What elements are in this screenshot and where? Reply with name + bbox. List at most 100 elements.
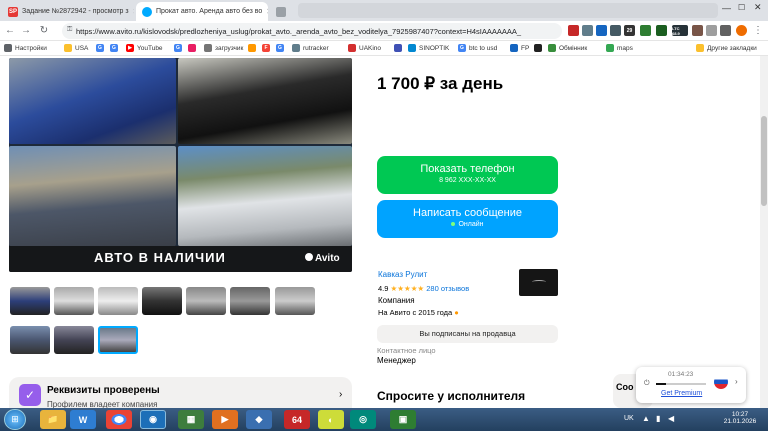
extension-icon[interactable]	[656, 25, 667, 36]
contact-label: Контактное лицо	[377, 346, 436, 355]
bookmark-icon	[188, 44, 196, 52]
scrollbar[interactable]	[760, 56, 768, 408]
tab-task[interactable]: SP Задание №2872942 - просмотр з ✕	[2, 2, 134, 21]
bookmark-ext[interactable]	[188, 44, 196, 52]
close-window-icon[interactable]: ✕	[754, 2, 762, 13]
seller-logo[interactable]	[519, 269, 558, 296]
bookmark-f[interactable]: F	[262, 44, 270, 52]
back-icon[interactable]: ←	[4, 25, 16, 37]
volume-icon[interactable]: ◀	[668, 414, 674, 423]
split-icon[interactable]	[720, 25, 731, 36]
bookmark-youtube[interactable]: ▶ YouTube	[126, 44, 163, 52]
network-icon[interactable]: ▮	[656, 414, 660, 423]
app-icon[interactable]: ◐	[318, 410, 344, 429]
bookmark-exchange[interactable]: Обмінник	[548, 44, 587, 52]
app-icon[interactable]: ◆	[246, 410, 272, 429]
bookmark-fp[interactable]: FP	[510, 44, 529, 52]
ask-seller-title: Спросите у исполнителя	[377, 389, 526, 403]
seller-name-link[interactable]: Кавказ Рулит	[378, 270, 427, 279]
extension-icon[interactable]	[610, 25, 621, 36]
tray-clock[interactable]: 10:27 21.01.2026	[722, 411, 758, 425]
photo-gallery[interactable]: АВТО В НАЛИЧИИ Avito	[9, 58, 352, 272]
bookmark-downloader[interactable]: загрузчик	[204, 44, 243, 52]
close-icon[interactable]: ✕	[266, 7, 268, 16]
media-player-icon[interactable]: ▶	[212, 410, 238, 429]
aida64-icon[interactable]: 64	[284, 410, 310, 429]
verified-title: Реквизиты проверены	[47, 385, 160, 396]
language-indicator[interactable]: UK	[624, 415, 634, 422]
verified-card[interactable]: ✓ Реквизиты проверены Профилем владеет к…	[9, 377, 352, 408]
photo-suv[interactable]	[9, 146, 176, 246]
get-premium-link[interactable]: Get Premium	[661, 390, 702, 397]
thumbnail[interactable]	[54, 326, 94, 354]
vpn-popup[interactable]: ⏻ 01:34:23 Get Premium ›	[636, 367, 746, 403]
extension-icon[interactable]	[692, 25, 703, 36]
phone-masked: 8 962 XXX-XX-XX	[439, 177, 496, 184]
flag-icon[interactable]	[596, 25, 607, 36]
chevron-right-icon[interactable]: ›	[735, 377, 738, 386]
scrollbar-thumb[interactable]	[761, 116, 767, 206]
reviews-link[interactable]: 280 отзывов	[426, 284, 469, 293]
start-button[interactable]: ⊞	[4, 409, 26, 430]
active-app-icon[interactable]: ◉	[140, 410, 166, 429]
photo-black-car[interactable]	[178, 58, 352, 144]
thumbnail-selected[interactable]	[98, 326, 138, 354]
rating-value: 4.9	[378, 284, 389, 293]
thumbnail[interactable]	[54, 287, 94, 315]
close-icon[interactable]: ✕	[133, 7, 134, 16]
app-icon[interactable]: ▦	[178, 410, 204, 429]
avatar[interactable]	[736, 25, 747, 36]
bookmark-btc[interactable]: Gbtc to usd	[458, 44, 497, 52]
thumbnail[interactable]	[98, 287, 138, 315]
forward-icon[interactable]: →	[20, 25, 32, 37]
russia-flag-icon[interactable]	[714, 375, 728, 389]
thumbnail[interactable]	[186, 287, 226, 315]
extension-icon[interactable]	[582, 25, 593, 36]
bookmark-g2[interactable]: G	[276, 44, 284, 52]
menu-icon[interactable]: ⋮	[752, 25, 764, 37]
contact-role: Менеджер	[377, 356, 416, 365]
bookmark-ext3[interactable]	[534, 44, 542, 52]
address-bar[interactable]: ⚿ https://www.avito.ru/kislovodsk/predlo…	[62, 23, 562, 39]
app-icon[interactable]: ◎	[350, 410, 376, 429]
thumbnail[interactable]	[142, 287, 182, 315]
bookmark-maps[interactable]: maps	[606, 44, 633, 52]
bookmark-ext2[interactable]	[394, 44, 402, 52]
extension-icon[interactable]	[568, 25, 579, 36]
explorer-icon[interactable]: 📁	[40, 410, 66, 429]
photo-blue-car[interactable]	[9, 58, 176, 144]
wm-icon[interactable]: W	[70, 410, 96, 429]
thumbnail[interactable]	[10, 326, 50, 354]
write-message-button[interactable]: Написать сообщение Онлайн	[377, 200, 558, 238]
bookmark-google[interactable]: G	[96, 44, 104, 52]
bookmark-usa[interactable]: USA	[64, 44, 88, 52]
bookmark-g[interactable]: G	[174, 44, 182, 52]
thumbnail[interactable]	[230, 287, 270, 315]
thumbnail[interactable]	[10, 287, 50, 315]
bookmark-uakino[interactable]: UAKino	[348, 44, 381, 52]
bookmark-sinoptik[interactable]: SINOPTIK	[408, 44, 449, 52]
counter-badge-icon[interactable]: 29	[624, 25, 635, 36]
bookmark-settings[interactable]: Настройки	[4, 44, 47, 52]
terminal-icon[interactable]: ▣	[390, 410, 416, 429]
maximize-icon[interactable]: ☐	[738, 3, 745, 12]
puzzle-icon[interactable]	[706, 25, 717, 36]
bookmark-google-2[interactable]: G	[110, 44, 118, 52]
chrome-icon[interactable]	[106, 410, 132, 429]
tray-arrow-icon[interactable]: ▲	[642, 414, 650, 423]
tab-blank[interactable]	[270, 2, 290, 21]
reload-icon[interactable]: ↻	[38, 25, 50, 37]
minimize-icon[interactable]: —	[722, 3, 731, 13]
tab-avito[interactable]: Прокат авто. Аренда авто без во ✕	[136, 2, 268, 21]
extension-icon[interactable]	[640, 25, 651, 36]
bookmark-m[interactable]	[248, 44, 256, 52]
bookmark-rutracker[interactable]: rutracker	[292, 44, 329, 52]
bookmark-other[interactable]: Другие закладки	[696, 44, 757, 52]
thumbnail[interactable]	[275, 287, 315, 315]
power-icon[interactable]: ⏻	[644, 380, 650, 388]
ltc-price-icon[interactable]: LTC 68.9	[672, 25, 688, 36]
photo-white-car[interactable]	[178, 146, 352, 246]
subscribed-button[interactable]: Вы подписаны на продавца	[377, 325, 558, 343]
medal-icon: ●	[454, 308, 459, 317]
show-phone-button[interactable]: Показать телефон 8 962 XXX-XX-XX	[377, 156, 558, 194]
